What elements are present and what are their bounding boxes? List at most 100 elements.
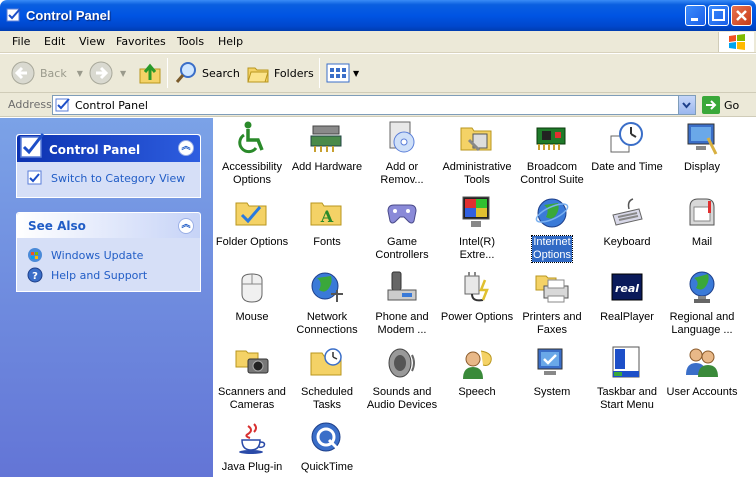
realplayer-icon: real [611, 273, 643, 301]
scheduled-tasks-item[interactable]: Scheduled Tasks [289, 345, 365, 415]
accessibility-options-item[interactable]: Accessibility Options [214, 120, 290, 190]
speech-item[interactable]: Speech [439, 345, 515, 415]
regional-and-language-item[interactable]: Regional and Language ... [664, 270, 740, 340]
icon-view: Accessibility Options Add Hardware Add or… [213, 118, 756, 477]
forward-button[interactable]: ▼ [88, 58, 126, 88]
add-remove-programs-item[interactable]: Add or Remov... [364, 120, 440, 190]
close-icon [736, 10, 747, 21]
add-remove-programs-icon [389, 121, 415, 153]
forward-arrow-icon [89, 61, 113, 85]
back-button[interactable]: Back ▼ [10, 58, 83, 88]
add-hardware-item[interactable]: Add Hardware [289, 120, 365, 190]
item-label: Internet Options [531, 235, 573, 263]
item-label: Accessibility Options [222, 161, 282, 186]
title-bar[interactable]: Control Panel [0, 0, 756, 31]
mouse-icon [241, 273, 263, 303]
display-item[interactable]: Display [664, 120, 740, 190]
date-and-time-item[interactable]: Date and Time [589, 120, 665, 190]
item-label: Game Controllers [375, 236, 429, 261]
item-label: Regional and Language ... [669, 311, 735, 336]
see-also-box: See Also ︽ Windows Update ? Help and Sup… [16, 212, 201, 292]
keyboard-item[interactable]: Keyboard [589, 195, 665, 265]
windows-update-icon [28, 248, 42, 262]
item-label: Add or Remov... [380, 161, 424, 186]
menu-view[interactable]: View [79, 35, 105, 48]
item-label: QuickTime [300, 461, 354, 473]
menu-favorites[interactable]: Favorites [116, 35, 166, 48]
printers-and-faxes-item[interactable]: Printers and Faxes [514, 270, 590, 340]
address-dropdown-button[interactable] [678, 96, 695, 114]
folders-label: Folders [274, 66, 314, 80]
administrative-tools-icon [460, 127, 492, 152]
menu-file[interactable]: File [12, 35, 30, 48]
address-input[interactable]: Control Panel [52, 95, 696, 115]
see-also-header[interactable]: See Also ︽ [17, 213, 200, 238]
item-label: Mail [691, 236, 713, 248]
menu-edit[interactable]: Edit [44, 35, 65, 48]
switch-to-category-view-link[interactable]: Switch to Category View [27, 170, 185, 186]
minimize-button[interactable] [685, 5, 706, 26]
intel-graphics-icon [462, 196, 490, 227]
windows-update-link[interactable]: Windows Update [27, 247, 143, 263]
realplayer-item[interactable]: real RealPlayer [589, 270, 665, 340]
address-value: Control Panel [75, 99, 148, 112]
item-label: Add Hardware [291, 161, 363, 173]
internet-options-item[interactable]: Internet Options [514, 195, 590, 265]
java-plug-in-item[interactable]: Java Plug-in [214, 420, 290, 477]
search-icon [175, 62, 196, 83]
search-button[interactable]: Search [174, 58, 240, 88]
go-arrow-icon [702, 96, 720, 114]
mouse-item[interactable]: Mouse [214, 270, 290, 340]
mail-item[interactable]: Mail [664, 195, 740, 265]
power-options-item[interactable]: Power Options [439, 270, 515, 340]
folders-icon [247, 67, 269, 83]
help-and-support-link[interactable]: ? Help and Support [27, 267, 147, 283]
item-label: RealPlayer [600, 311, 654, 323]
phone-and-modem-item[interactable]: Phone and Modem ... [364, 270, 440, 340]
views-dropdown-icon[interactable]: ▼ [353, 69, 359, 78]
close-button[interactable] [731, 5, 752, 26]
views-button[interactable]: ▼ [326, 58, 359, 88]
printer-icon [535, 275, 569, 303]
folder-options-item[interactable]: Folder Options [214, 195, 290, 265]
help-and-support-label: Help and Support [51, 268, 148, 282]
menu-help[interactable]: Help [218, 35, 243, 48]
game-controllers-item[interactable]: Game Controllers [364, 195, 440, 265]
task-pane: Control Panel ︽ Switch to Category View … [0, 118, 213, 477]
item-label: User Accounts [666, 386, 738, 398]
item-label: Printers and Faxes [522, 311, 582, 336]
gamepad-icon [387, 204, 417, 224]
quicktime-item[interactable]: QuickTime [289, 420, 365, 477]
folders-button[interactable]: Folders [246, 58, 314, 88]
collapse-see-also-button[interactable]: ︽ [178, 218, 194, 234]
keyboard-icon [612, 198, 643, 226]
taskbar-and-start-menu-item[interactable]: Taskbar and Start Menu [589, 345, 665, 415]
item-label: Scanners and Cameras [218, 386, 286, 411]
back-dropdown-icon[interactable]: ▼ [77, 69, 83, 78]
go-button[interactable]: Go [702, 96, 739, 114]
address-bar: Address Control Panel Go [0, 93, 756, 117]
user-accounts-item[interactable]: User Accounts [664, 345, 740, 415]
system-item[interactable]: System [514, 345, 590, 415]
collapse-control-panel-button[interactable]: ︽ [178, 140, 194, 156]
administrative-tools-item[interactable]: Administrative Tools [439, 120, 515, 190]
regional-globe-icon [689, 271, 715, 303]
scanners-and-cameras-item[interactable]: Scanners and Cameras [214, 345, 290, 415]
sounds-and-audio-devices-item[interactable]: Sounds and Audio Devices [364, 345, 440, 415]
internet-globe-icon [535, 198, 569, 228]
control-panel-header[interactable]: Control Panel ︽ [17, 133, 200, 162]
phone-icon [387, 271, 417, 301]
broadcom-control-suite-item[interactable]: Broadcom Control Suite [514, 120, 590, 190]
item-label: Mouse [235, 311, 269, 323]
up-folder-button[interactable] [138, 58, 162, 88]
back-arrow-icon [11, 61, 35, 85]
network-connections-item[interactable]: Network Connections [289, 270, 365, 340]
forward-dropdown-icon[interactable]: ▼ [120, 69, 126, 78]
item-label: Taskbar and Start Menu [597, 386, 657, 411]
views-icon [326, 63, 350, 83]
intel-extreme-graphics-item[interactable]: Intel(R) Extre... [439, 195, 515, 265]
fonts-item[interactable]: A Fonts [289, 195, 365, 265]
maximize-button[interactable] [708, 5, 729, 26]
menu-tools[interactable]: Tools [177, 35, 204, 48]
taskbar-icon [612, 346, 640, 378]
